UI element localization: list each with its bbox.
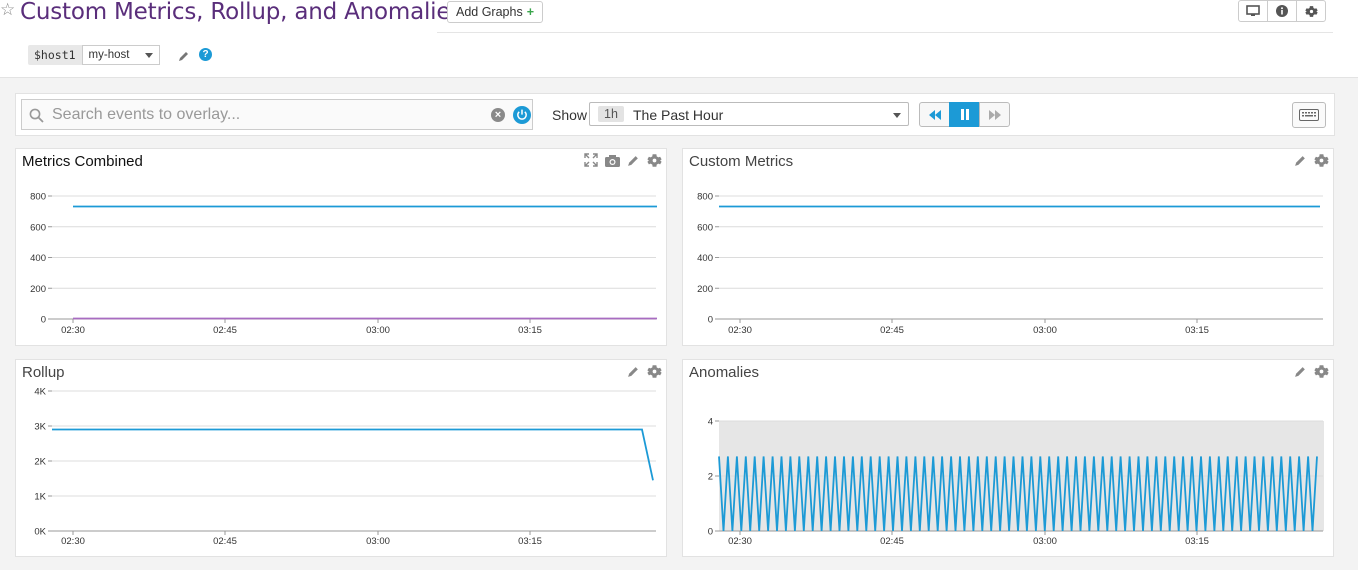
gear-icon[interactable] <box>1313 152 1329 168</box>
pencil-icon[interactable] <box>625 363 641 379</box>
template-variable-name: $host1 <box>28 45 82 65</box>
x-tick-label: 03:00 <box>1033 536 1057 547</box>
y-tick-label: 4K <box>34 387 46 398</box>
x-tick-label: 03:15 <box>1185 536 1209 547</box>
timeframe-badge: 1h <box>598 106 624 122</box>
divider <box>437 32 1333 33</box>
pencil-icon[interactable] <box>1292 363 1308 379</box>
x-tick-label: 02:30 <box>728 536 752 547</box>
y-tick-label: 0 <box>41 315 46 326</box>
widget-toolbar <box>625 363 662 379</box>
y-tick-label: 1K <box>34 492 46 503</box>
widget-title: Custom Metrics <box>689 153 794 170</box>
show-label: Show <box>552 107 588 123</box>
y-tick-label: 3K <box>34 422 46 433</box>
chart-anomalies: 4 2 0 02:30 02:45 03:00 03:15 <box>683 410 1335 556</box>
add-graphs-button[interactable]: Add Graphs + <box>447 1 544 23</box>
y-tick-label: 400 <box>30 253 46 264</box>
series-line-1 <box>52 428 654 481</box>
info-icon[interactable] <box>1267 0 1297 22</box>
widget-toolbar <box>1292 152 1329 168</box>
fast-forward-button[interactable] <box>979 102 1010 127</box>
widget-custom-metrics: Custom Metrics 800 600 400 200 0 02:30 02:45 03… <box>682 148 1334 346</box>
widget-toolbar <box>1292 363 1329 379</box>
x-tick-label: 02:45 <box>213 325 237 336</box>
timeframe-text: The Past Hour <box>633 107 724 123</box>
y-tick-label: 2 <box>708 472 713 483</box>
search-events-input[interactable]: Search events to overlay... × <box>21 99 533 130</box>
x-tick-label: 02:45 <box>880 325 904 336</box>
widget-title: Metrics Combined <box>22 153 143 170</box>
chevron-down-icon <box>893 113 901 118</box>
x-tick-label: 02:45 <box>880 536 904 547</box>
x-tick-label: 02:30 <box>61 325 85 336</box>
pause-button[interactable] <box>949 102 980 127</box>
event-overlay-bar: Search events to overlay... × Show 1h Th… <box>15 93 1335 136</box>
x-tick-label: 03:00 <box>366 536 390 547</box>
y-tick-label: 400 <box>697 253 713 264</box>
chart-svg: 800 600 400 200 0 02:30 02:45 03:00 03:15 <box>697 192 1323 336</box>
y-tick-label: 0 <box>708 315 713 326</box>
playback-controls <box>919 102 1010 127</box>
x-tick-label: 03:15 <box>518 325 542 336</box>
y-tick-label: 0K <box>34 527 46 538</box>
y-tick-label: 4 <box>708 417 713 428</box>
pencil-icon[interactable] <box>178 49 190 67</box>
x-tick-label: 03:15 <box>518 536 542 547</box>
template-variable-select[interactable]: my-host <box>81 45 160 65</box>
x-tick-label: 03:00 <box>366 325 390 336</box>
y-tick-label: 600 <box>697 222 713 233</box>
dashboard-header: ☆ Custom Metrics, Rollup, and Anomalies … <box>0 0 1358 78</box>
y-tick-label: 0 <box>708 527 713 538</box>
expand-icon[interactable] <box>583 152 599 168</box>
widget-title: Anomalies <box>689 364 760 381</box>
help-icon[interactable]: ? <box>199 48 212 61</box>
star-icon[interactable]: ☆ <box>0 0 15 20</box>
gear-icon[interactable] <box>646 152 662 168</box>
chart-custom-metrics: 800 600 400 200 0 02:30 02:45 03:00 03:15 <box>683 185 1335 345</box>
x-tick-label: 02:45 <box>213 536 237 547</box>
page-title: Custom Metrics, Rollup, and Anomalies <box>20 0 463 25</box>
pencil-icon[interactable] <box>1292 152 1308 168</box>
y-tick-label: 800 <box>697 192 713 203</box>
template-variable-value: my-host <box>88 49 130 61</box>
add-graphs-label: Add Graphs <box>456 5 523 19</box>
y-tick-label: 800 <box>30 192 46 203</box>
gear-icon[interactable] <box>646 363 662 379</box>
monitor-icon[interactable] <box>1238 0 1268 22</box>
pencil-icon[interactable] <box>625 152 641 168</box>
y-tick-label: 200 <box>30 284 46 295</box>
widget-rollup: Rollup 4K 3K 2K 1K 0K 02:30 02:45 03:00 03:15 <box>15 359 667 557</box>
search-placeholder: Search events to overlay... <box>52 106 241 123</box>
x-tick-label: 03:00 <box>1033 325 1057 336</box>
header-button-group <box>1238 0 1326 22</box>
keyboard-icon[interactable] <box>1292 102 1326 128</box>
y-tick-label: 600 <box>30 222 46 233</box>
widget-metrics-combined: Metrics Combined 800 600 400 200 0 02:30 02:45… <box>15 148 667 346</box>
rewind-button[interactable] <box>919 102 950 127</box>
search-icon <box>29 108 44 128</box>
gear-icon[interactable] <box>1296 0 1326 22</box>
widget-title: Rollup <box>22 364 65 381</box>
chart-rollup: 4K 3K 2K 1K 0K 02:30 02:45 03:00 03:15 <box>16 380 668 556</box>
chevron-down-icon <box>144 52 153 58</box>
chart-svg: 4 2 0 02:30 02:45 03:00 03:15 <box>708 417 1324 547</box>
x-tick-label: 02:30 <box>61 536 85 547</box>
y-tick-label: 200 <box>697 284 713 295</box>
timeframe-select[interactable]: 1h The Past Hour <box>589 102 909 126</box>
camera-icon[interactable] <box>604 152 620 168</box>
x-tick-label: 02:30 <box>728 325 752 336</box>
template-variable: $host1 my-host <box>28 45 160 65</box>
power-icon[interactable] <box>513 106 531 124</box>
close-icon[interactable]: × <box>491 108 505 122</box>
chart-metrics-combined: 800 600 400 200 0 02:30 02:45 03:00 03:15 <box>16 185 668 345</box>
widget-anomalies: Anomalies 4 2 0 02:30 02:45 03:00 03:15 <box>682 359 1334 557</box>
gear-icon[interactable] <box>1313 363 1329 379</box>
widget-toolbar <box>583 152 662 168</box>
chart-svg: 4K 3K 2K 1K 0K 02:30 02:45 03:00 03:15 <box>34 387 656 547</box>
chart-svg: 800 600 400 200 0 02:30 02:45 03:00 03:15 <box>30 192 657 336</box>
x-tick-label: 03:15 <box>1185 325 1209 336</box>
plus-icon: + <box>526 5 535 19</box>
y-tick-label: 2K <box>34 457 46 468</box>
